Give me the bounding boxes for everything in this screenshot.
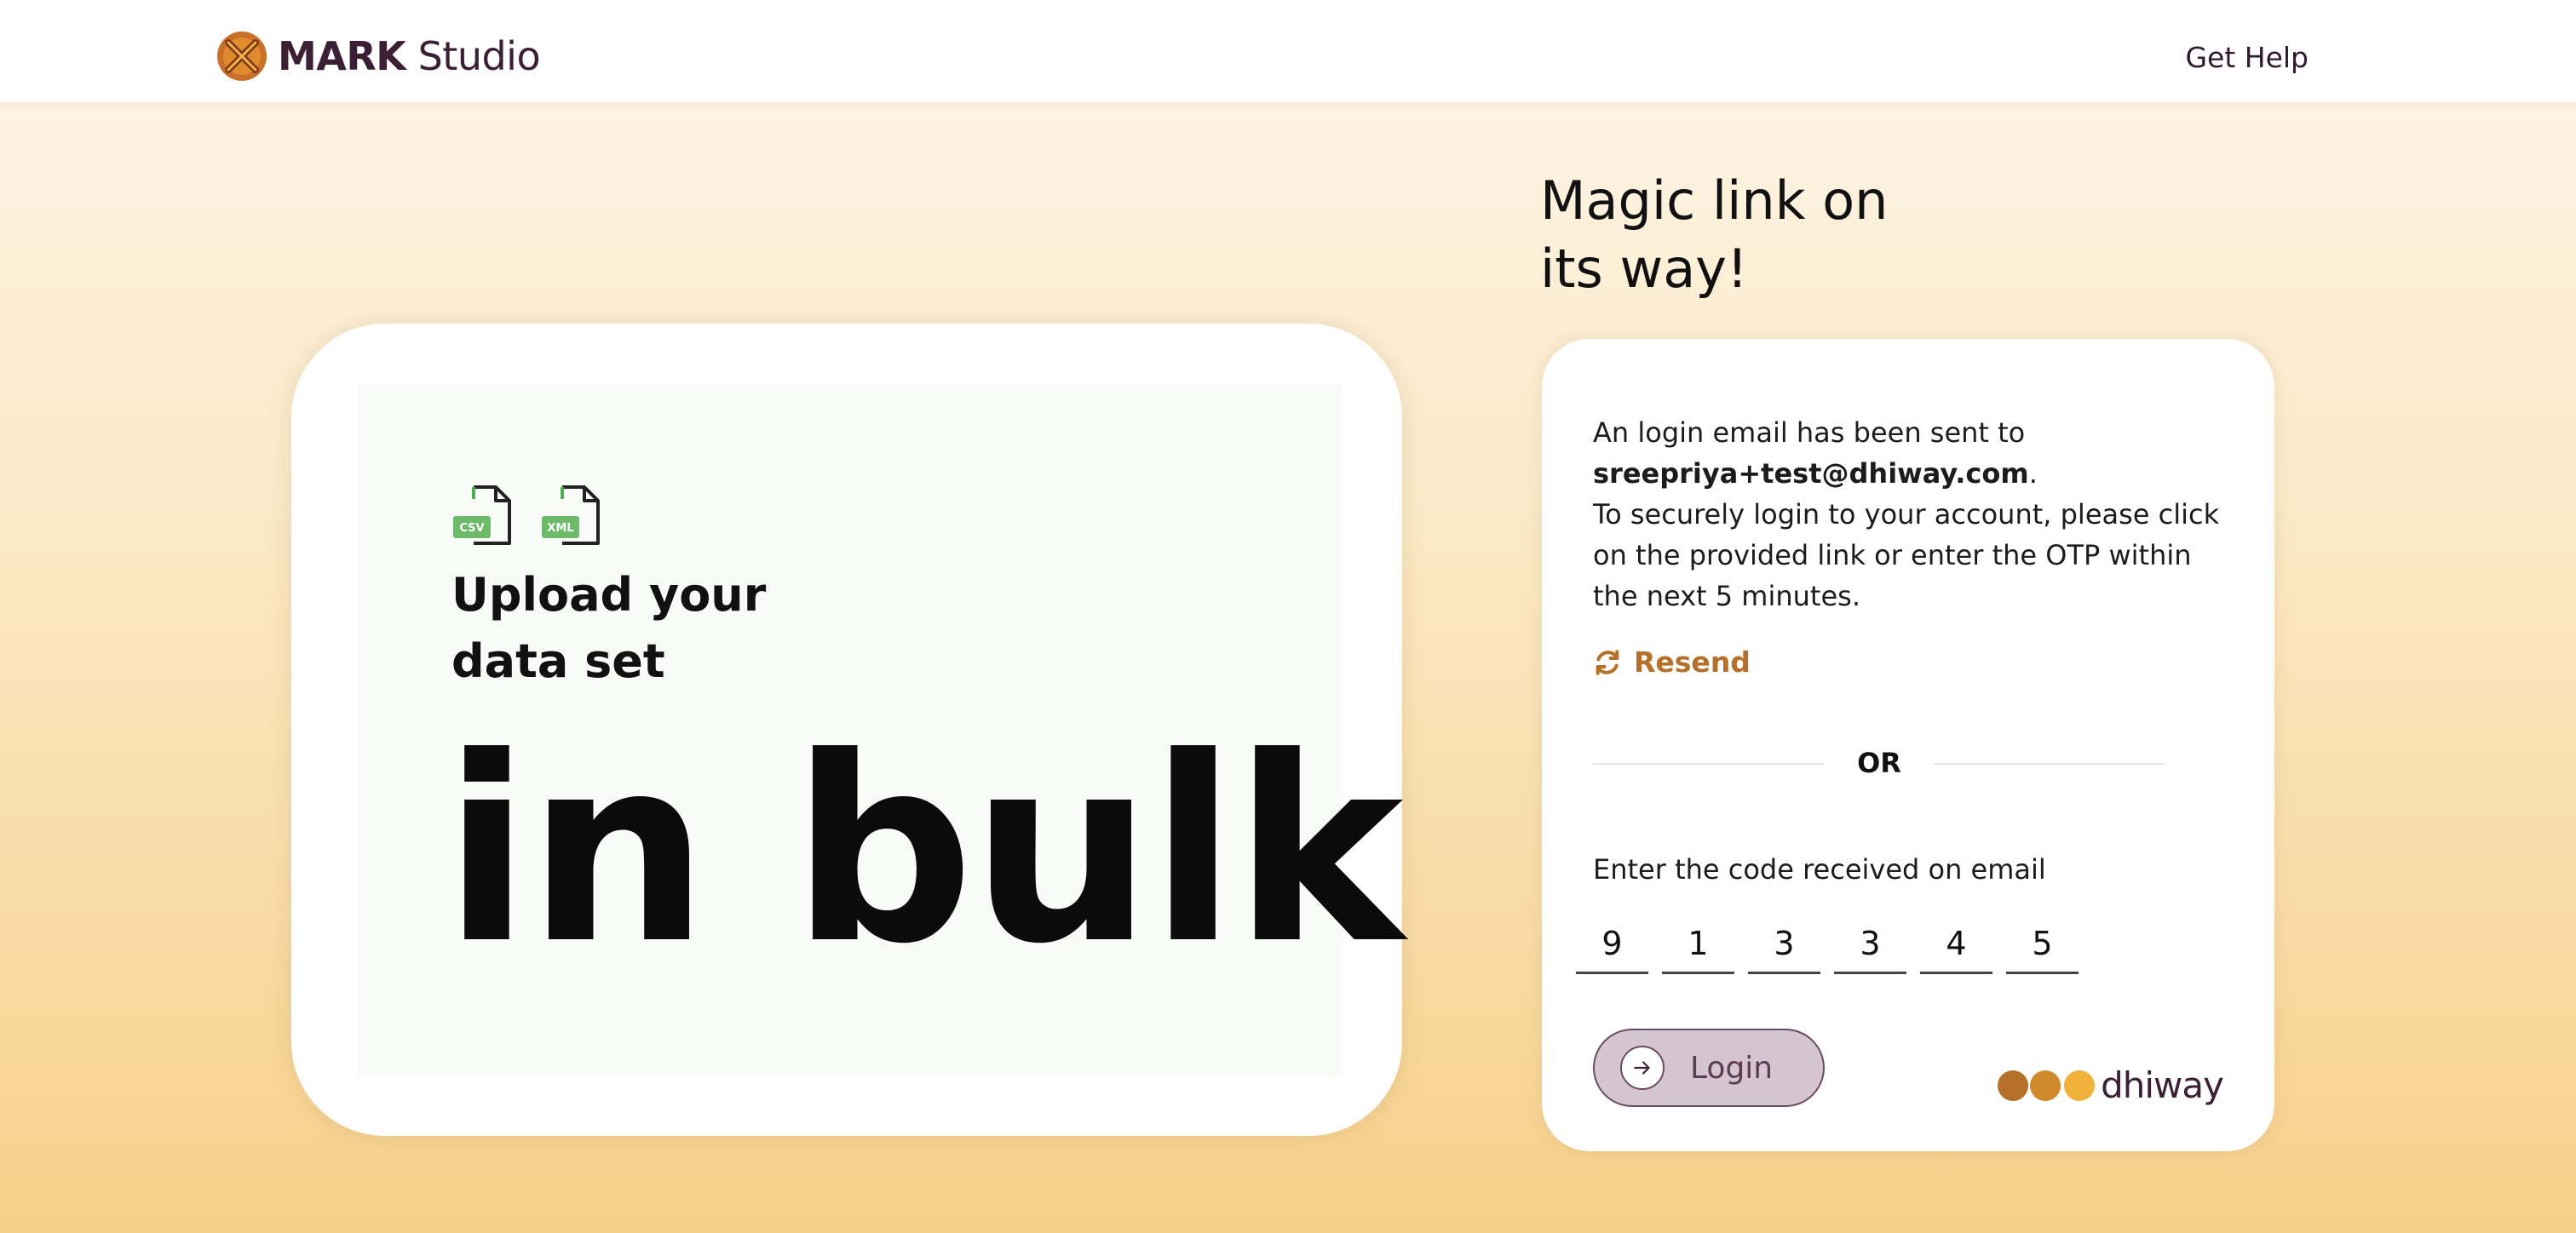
arrow-right-icon (1620, 1046, 1665, 1090)
otp-digit-3[interactable] (1748, 915, 1820, 974)
brand-name: MARK Studio (278, 33, 541, 79)
brand-light: Studio (417, 33, 541, 79)
promo-heading-line2: data set (451, 634, 665, 688)
login-button[interactable]: Login (1593, 1029, 1825, 1107)
login-message: An login email has been sent to sreepriy… (1593, 412, 2240, 616)
recipient-email: sreepriya+test@dhiway.com (1593, 457, 2029, 490)
otp-label: Enter the code received on email (1593, 853, 2046, 886)
promo-heading: Upload your data set (451, 562, 877, 695)
mark-logo-icon (217, 32, 267, 81)
dhiway-dots-icon (1998, 1070, 2096, 1101)
email-suffix: . (2028, 457, 2038, 490)
divider-line-right (1934, 763, 2165, 765)
promo-heading-line1: Upload your (451, 568, 767, 622)
or-divider: OR (1593, 746, 2165, 780)
title-line2: its way! (1540, 238, 1748, 300)
otp-digit-5[interactable] (1920, 915, 1992, 974)
promo-card: CSV XML Upload your data set in bulk (291, 324, 1404, 1136)
otp-digit-1[interactable] (1576, 915, 1648, 974)
otp-inputs (1576, 915, 2079, 974)
login-card: An login email has been sent to sreepriy… (1542, 339, 2274, 1151)
otp-digit-4[interactable] (1834, 915, 1906, 974)
message-intro: An login email has been sent to (1593, 416, 2026, 449)
csv-tag: CSV (459, 522, 484, 535)
file-type-icons: CSV XML (451, 482, 607, 548)
brand-bold: MARK (278, 33, 406, 79)
mark-studio-logo[interactable]: MARK Studio (216, 31, 541, 82)
page-title: Magic link on its way! (1540, 167, 1966, 303)
get-help-link[interactable]: Get Help (2185, 41, 2309, 74)
otp-digit-6[interactable] (2006, 915, 2079, 974)
resend-button[interactable]: Resend (1593, 645, 1751, 679)
csv-file-icon: CSV (453, 485, 511, 545)
title-line1: Magic link on (1540, 169, 1889, 232)
otp-digit-2[interactable] (1662, 915, 1734, 974)
message-body: To securely login to your account, pleas… (1593, 498, 2220, 612)
dhiway-logo: dhiway (1997, 1064, 2224, 1106)
promo-big-text: in bulk (443, 703, 1404, 1000)
promo-panel: CSV XML Upload your data set in bulk (358, 383, 1404, 1076)
refresh-icon (1596, 649, 1619, 675)
xml-tag: XML (547, 522, 573, 535)
top-header: MARK Studio Get Help (0, 0, 2576, 102)
dhiway-wordmark: dhiway (2101, 1064, 2224, 1106)
xml-file-icon: XML (542, 485, 600, 545)
resend-label: Resend (1634, 645, 1751, 679)
login-label: Login (1690, 1050, 1774, 1086)
